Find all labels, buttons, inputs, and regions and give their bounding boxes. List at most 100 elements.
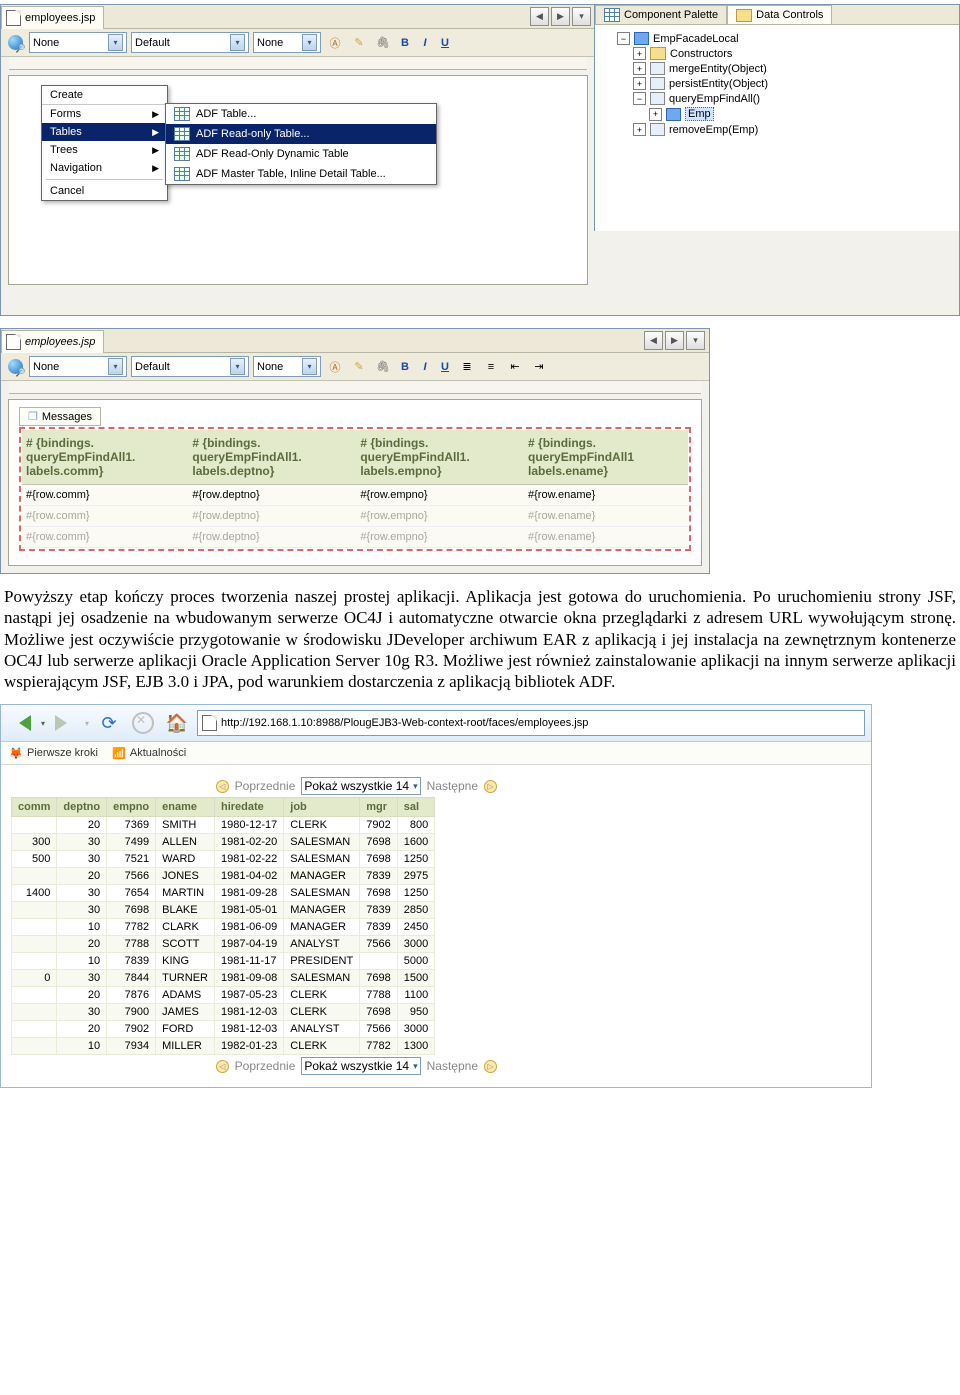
chevron-right-icon: ▶: [152, 163, 159, 174]
cell: 1981-06-09: [214, 919, 283, 936]
preview-icon[interactable]: [5, 357, 25, 377]
cell: [12, 1038, 57, 1055]
style-select[interactable]: None▾: [29, 356, 127, 377]
highlight-icon[interactable]: ✎: [349, 357, 369, 377]
messages-tab[interactable]: ❐ Messages: [19, 407, 101, 426]
outdent-icon[interactable]: ⇤: [505, 357, 525, 377]
sub-item-adf-readonly-dynamic[interactable]: ADF Read-Only Dynamic Table: [166, 144, 436, 164]
table-row: 207876ADAMS1987-05-23CLERK77881100: [12, 987, 435, 1004]
tree-root[interactable]: −EmpFacadeLocal: [617, 31, 955, 46]
folder-icon: [650, 47, 666, 60]
palette-tab-data-controls[interactable]: Data Controls: [727, 5, 832, 24]
file-tab[interactable]: employees.jsp: [1, 330, 104, 353]
expand-icon[interactable]: +: [633, 123, 646, 136]
attach-icon[interactable]: 🖇: [373, 33, 393, 53]
bookmark-news[interactable]: 📶Aktualności: [112, 746, 186, 760]
cell: 500: [12, 851, 57, 868]
col-head: comm: [12, 798, 57, 817]
ctx-item-cancel[interactable]: Cancel: [42, 182, 167, 200]
underline-button[interactable]: U: [437, 37, 453, 49]
text-color-icon[interactable]: Ⓐ: [325, 357, 345, 377]
forward-menu-icon[interactable]: ▾: [85, 719, 89, 728]
cell: JAMES: [156, 1004, 215, 1021]
text-color-icon[interactable]: Ⓐ: [325, 33, 345, 53]
pager-select[interactable]: Pokaż wszystkie 14▾: [301, 777, 420, 795]
file-tab[interactable]: employees.jsp: [1, 6, 104, 29]
collapse-icon[interactable]: −: [633, 92, 646, 105]
home-button[interactable]: 🏠: [163, 709, 191, 737]
tree-merge[interactable]: +mergeEntity(Object): [617, 61, 955, 76]
tab-prev-button[interactable]: ◀: [530, 7, 549, 26]
tree-emp[interactable]: +Emp: [617, 106, 955, 122]
font-select[interactable]: Default▾: [131, 32, 249, 53]
sub-item-adf-readonly-table[interactable]: ADF Read-only Table...: [166, 124, 436, 144]
pager-prev[interactable]: Poprzednie: [235, 779, 296, 793]
col-head: ename: [156, 798, 215, 817]
cell: 1981-09-28: [214, 885, 283, 902]
preview-icon[interactable]: [5, 33, 25, 53]
ruler: [9, 381, 701, 394]
cell: 1400: [12, 885, 57, 902]
pager-next[interactable]: Następne: [427, 779, 478, 793]
cell: #{row.comm}: [22, 527, 188, 548]
pager-select[interactable]: Pokaż wszystkie 14▾: [301, 1057, 420, 1075]
tree-persist[interactable]: +persistEntity(Object): [617, 76, 955, 91]
highlight-icon[interactable]: ✎: [349, 33, 369, 53]
bookmark-first-steps[interactable]: 🦊Pierwsze kroki: [9, 746, 98, 760]
list-ol-icon[interactable]: ≡: [481, 357, 501, 377]
tab-prev-button[interactable]: ◀: [644, 331, 663, 350]
tab-next-button[interactable]: ▶: [551, 7, 570, 26]
attach-icon[interactable]: 🖇: [373, 357, 393, 377]
refresh-icon: ⟳: [101, 713, 116, 734]
italic-button[interactable]: I: [417, 361, 433, 373]
tree-remove[interactable]: +removeEmp(Emp): [617, 122, 955, 137]
stop-button[interactable]: [129, 709, 157, 737]
pager-next[interactable]: Następne: [427, 1059, 478, 1073]
font-select[interactable]: Default▾: [131, 356, 249, 377]
expand-icon[interactable]: +: [633, 62, 646, 75]
cell: MANAGER: [284, 919, 360, 936]
ctx-item-navigation[interactable]: Navigation▶: [42, 159, 167, 177]
tree-constructors[interactable]: +Constructors: [617, 46, 955, 61]
cell: 1500: [397, 970, 434, 987]
sub-item-adf-table[interactable]: ADF Table...: [166, 104, 436, 124]
tab-menu-button[interactable]: ▾: [572, 7, 591, 26]
italic-button[interactable]: I: [417, 37, 433, 49]
tree-query[interactable]: −queryEmpFindAll(): [617, 91, 955, 106]
cell: 1987-04-19: [214, 936, 283, 953]
size-select[interactable]: None▾: [253, 32, 321, 53]
cell: 1600: [397, 834, 434, 851]
ctx-item-tables[interactable]: Tables▶: [42, 123, 167, 141]
palette-tab-components[interactable]: Component Palette: [595, 5, 727, 24]
size-select[interactable]: None▾: [253, 356, 321, 377]
back-menu-icon[interactable]: ▾: [41, 719, 45, 728]
cell: 7566: [360, 1021, 397, 1038]
pager-prev[interactable]: Poprzednie: [235, 1059, 296, 1073]
palette-icon: [604, 8, 620, 22]
underline-button[interactable]: U: [437, 361, 453, 373]
cell: 7566: [360, 936, 397, 953]
back-button[interactable]: [7, 709, 35, 737]
method-icon: [650, 123, 665, 136]
refresh-button[interactable]: ⟳: [95, 709, 123, 737]
collapse-icon[interactable]: −: [617, 32, 630, 45]
url-field[interactable]: http://192.168.1.10:8988/PlougEJB3-Web-c…: [197, 710, 865, 736]
expand-icon[interactable]: +: [649, 108, 662, 121]
list-ul-icon[interactable]: ≣: [457, 357, 477, 377]
cell: 7839: [360, 902, 397, 919]
bold-button[interactable]: B: [397, 37, 413, 49]
expand-icon[interactable]: +: [633, 77, 646, 90]
ctx-item-forms[interactable]: Forms▶: [42, 105, 167, 123]
table-row: 307698BLAKE1981-05-01MANAGER78392850: [12, 902, 435, 919]
sub-item-label: ADF Master Table, Inline Detail Table...: [196, 168, 386, 180]
indent-icon[interactable]: ⇥: [529, 357, 549, 377]
tab-menu-button[interactable]: ▾: [686, 331, 705, 350]
bold-button[interactable]: B: [397, 361, 413, 373]
forward-button[interactable]: [51, 709, 79, 737]
style-select[interactable]: None▾: [29, 32, 127, 53]
tab-next-button[interactable]: ▶: [665, 331, 684, 350]
cell: 7698: [107, 902, 156, 919]
sub-item-adf-master-detail[interactable]: ADF Master Table, Inline Detail Table...: [166, 164, 436, 184]
ctx-item-trees[interactable]: Trees▶: [42, 141, 167, 159]
expand-icon[interactable]: +: [633, 47, 646, 60]
